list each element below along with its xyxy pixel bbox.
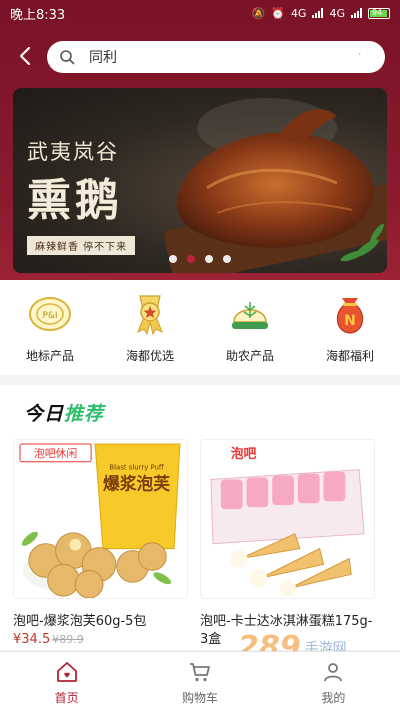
pack-subtitle: Blast slurry Puff <box>109 464 164 472</box>
product-price: ¥34.5 <box>13 632 51 647</box>
mute-icon: 🔕 <box>251 6 266 20</box>
alarm-icon: ⏰ <box>271 6 285 20</box>
tab-home[interactable]: 首页 <box>0 652 133 711</box>
product-image-puff: 泡吧休闲 Blast slurry Puff 爆浆泡芙 <box>13 439 188 599</box>
signal-icon <box>312 8 324 18</box>
back-button[interactable] <box>14 44 38 68</box>
category-label: 海都优选 <box>125 349 174 363</box>
category-farm-aid[interactable]: 助农产品 <box>200 280 300 375</box>
home-icon <box>56 662 77 682</box>
section-title: 今日推荐 <box>24 399 104 426</box>
bottom-tab-bar: 首页 购物车 我的 <box>0 651 400 711</box>
promo-banner[interactable]: 武夷岚谷 熏鹅 麻辣鲜香 停不下来 <box>13 88 387 273</box>
banner-text: 武夷岚谷 熏鹅 麻辣鲜香 停不下来 <box>27 136 136 255</box>
svg-text:P&I: P&I <box>42 311 57 321</box>
category-haidu-welfare[interactable]: N 海都福利 <box>300 280 400 375</box>
svg-text:N: N <box>344 313 356 329</box>
banner-dot[interactable] <box>169 255 177 263</box>
landmark-badge-icon: P&I <box>29 297 71 331</box>
product-brand: 泡吧休闲 <box>34 446 77 460</box>
tab-label: 我的 <box>321 691 346 705</box>
banner-dot[interactable] <box>205 255 213 263</box>
status-bar: 晚上8:33 🔕 ⏰ 4G 4G 94 <box>0 0 400 26</box>
battery-level: 94 <box>372 7 383 17</box>
search-icon <box>60 50 75 65</box>
product-image-icecream-cake: 泡吧 <box>200 439 375 599</box>
price-row: ¥34.5 ¥89.9 <box>13 632 188 647</box>
category-label: 地标产品 <box>25 349 74 363</box>
farm-helmet-icon <box>232 302 268 329</box>
product-name: 泡吧-爆浆泡芙60g-5包 <box>13 614 147 629</box>
category-label: 助农产品 <box>225 349 274 363</box>
signal-icon-2 <box>351 8 362 18</box>
recommend-section: 今日推荐 泡吧休闲 Blast slurry Puff 爆浆泡芙 泡吧-爆浆泡芙… <box>0 385 400 650</box>
status-time: 晚上8:33 <box>10 7 66 23</box>
product-card[interactable]: 泡吧 泡吧-卡士达冰淇淋蛋糕175g-3盒 <box>200 439 375 649</box>
lucky-bag-icon: N <box>336 298 364 334</box>
product-card[interactable]: 泡吧休闲 Blast slurry Puff 爆浆泡芙 泡吧-爆浆泡芙60g-5… <box>13 439 188 647</box>
network-label-1: 4G <box>290 6 307 20</box>
medal-star-icon <box>137 295 163 336</box>
status-icons: 🔕 ⏰ 4G 4G 94 <box>252 7 390 20</box>
banner-product: 熏鹅 <box>27 175 123 226</box>
product-brand: 泡吧 <box>231 446 257 462</box>
tab-label: 购物车 <box>181 691 218 705</box>
chevron-left-icon <box>19 46 31 66</box>
network-label-2: 4G <box>329 6 345 20</box>
banner-brand: 武夷岚谷 <box>27 140 119 164</box>
tab-profile[interactable]: 我的 <box>267 652 400 711</box>
smoked-goose-image <box>164 98 387 273</box>
search-bar[interactable]: · <box>47 41 385 73</box>
category-landmark-products[interactable]: P&I 地标产品 <box>0 280 100 375</box>
section-title-part2: 推荐 <box>64 403 105 425</box>
search-dot: · <box>358 50 361 59</box>
cart-icon <box>189 663 210 682</box>
banner-dot-active[interactable] <box>187 255 195 263</box>
product-old-price: ¥89.9 <box>52 633 84 646</box>
category-nav: P&I 地标产品 海都优选 助农产品 N 海都福利 <box>0 280 400 375</box>
tab-label: 首页 <box>54 691 79 705</box>
user-icon <box>324 663 343 682</box>
search-row: · <box>0 40 400 74</box>
pack-title: 爆浆泡芙 <box>103 473 170 493</box>
category-label: 海都福利 <box>325 349 374 363</box>
battery-icon: 94 <box>368 7 390 19</box>
section-title-part1: 今日 <box>24 403 65 425</box>
search-input[interactable] <box>89 49 349 65</box>
tab-cart[interactable]: 购物车 <box>133 652 266 711</box>
banner-pagination <box>13 255 387 263</box>
banner-dot[interactable] <box>223 255 231 263</box>
banner-tagline: 麻辣鲜香 停不下来 <box>27 236 136 255</box>
category-haidu-selection[interactable]: 海都优选 <box>100 280 200 375</box>
